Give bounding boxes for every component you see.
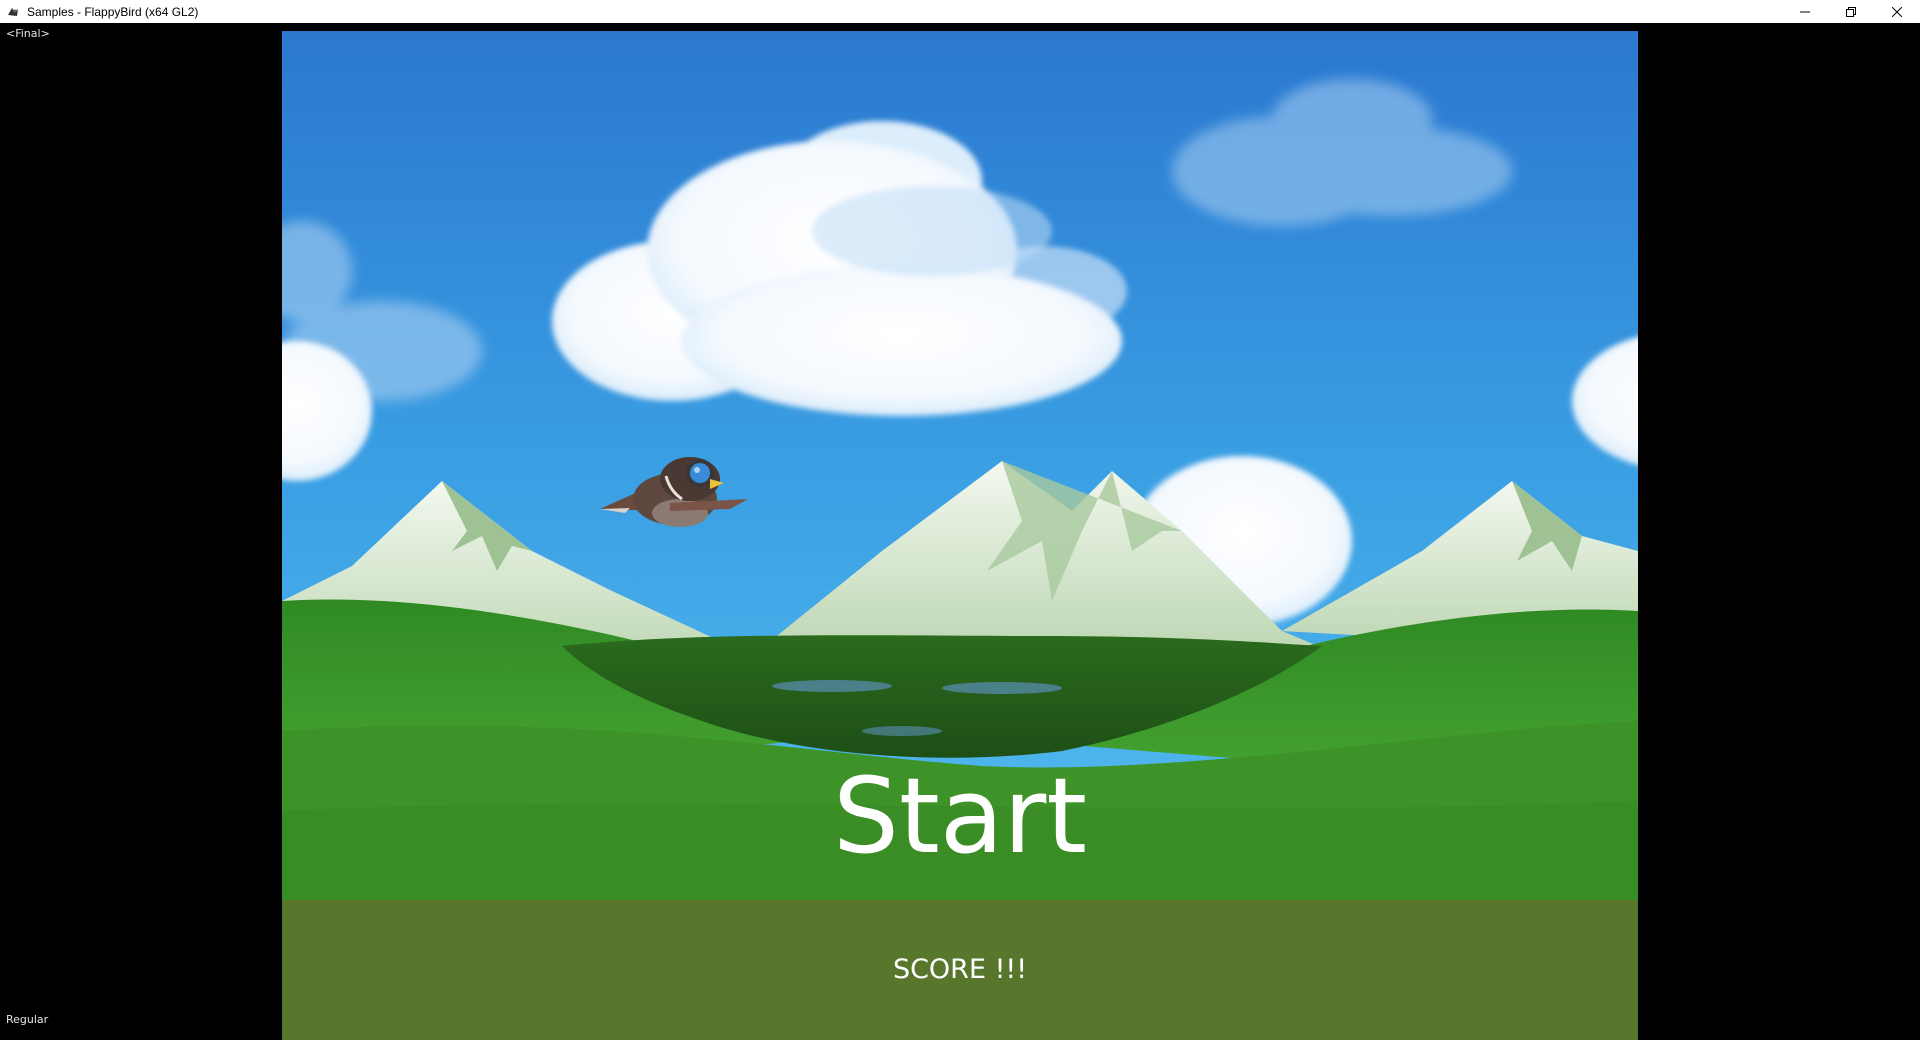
close-icon bbox=[1892, 6, 1902, 17]
score-label: SCORE !!! bbox=[892, 954, 1028, 985]
start-button[interactable]: Start bbox=[282, 756, 1638, 876]
minimize-icon bbox=[1800, 11, 1810, 12]
close-button[interactable] bbox=[1874, 0, 1920, 23]
game-canvas[interactable]: Start SCORE !!! bbox=[282, 31, 1638, 1040]
debug-label-top: <Final> bbox=[6, 27, 50, 40]
app-icon bbox=[5, 4, 21, 20]
restore-button[interactable] bbox=[1828, 0, 1874, 23]
debug-label-bottom: Regular bbox=[6, 1013, 49, 1026]
ground-bar: SCORE !!! bbox=[282, 900, 1638, 1040]
minimize-button[interactable] bbox=[1782, 0, 1828, 23]
window-titlebar: Samples - FlappyBird (x64 GL2) bbox=[0, 0, 1920, 23]
render-viewport[interactable]: <Final> Regular Start SCORE !!! bbox=[0, 23, 1920, 1040]
game-scene bbox=[282, 31, 1638, 901]
window-title: Samples - FlappyBird (x64 GL2) bbox=[27, 4, 199, 19]
restore-icon bbox=[1846, 6, 1856, 17]
